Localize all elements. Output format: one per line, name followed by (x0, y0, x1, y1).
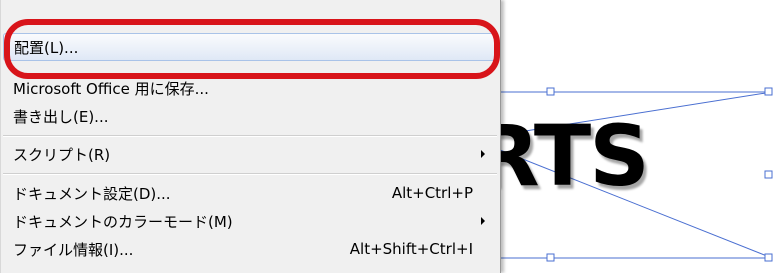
square-handle-icon (546, 87, 555, 96)
menu-item-shortcut: Alt+Shift+Ctrl+I (349, 240, 473, 258)
menu-item-export[interactable]: 書き出し(E)... (3, 103, 497, 129)
menu-item-label: 配置(L)... (14, 38, 79, 57)
square-handle-icon (764, 253, 773, 262)
menu-item-scripts[interactable]: スクリプト(R) (3, 141, 497, 167)
menu-gutter (0, 0, 1, 273)
square-handle-icon (764, 170, 773, 179)
triangle-right-icon (481, 217, 485, 225)
menu-item-document-color-mode[interactable]: ドキュメントのカラーモード(M) (3, 208, 497, 234)
square-handle-icon (546, 253, 555, 262)
menu-item-save-for-office[interactable]: Microsoft Office 用に保存... (3, 75, 497, 101)
menu-item-label: Microsoft Office 用に保存... (13, 79, 209, 98)
triangle-right-icon (481, 150, 485, 158)
menu-item-shortcut: Alt+Ctrl+P (391, 184, 473, 202)
square-handle-icon (764, 87, 773, 96)
menu-separator (3, 135, 497, 137)
menu-item-document-setup[interactable]: ドキュメント設定(D)... Alt+Ctrl+P (3, 180, 497, 206)
menu-item-label: ドキュメントのカラーモード(M) (13, 212, 233, 231)
menu-item-place[interactable]: 配置(L)... (3, 33, 497, 61)
menu-item-label: スクリプト(R) (13, 145, 111, 164)
menu-item-file-info[interactable]: ファイル情報(I)... Alt+Shift+Ctrl+I (3, 236, 497, 262)
menu-item-label: 書き出し(E)... (13, 107, 109, 126)
menu-separator (3, 173, 497, 175)
file-menu-dropdown: 配置(L)... Microsoft Office 用に保存... 書き出し(E… (0, 0, 501, 273)
